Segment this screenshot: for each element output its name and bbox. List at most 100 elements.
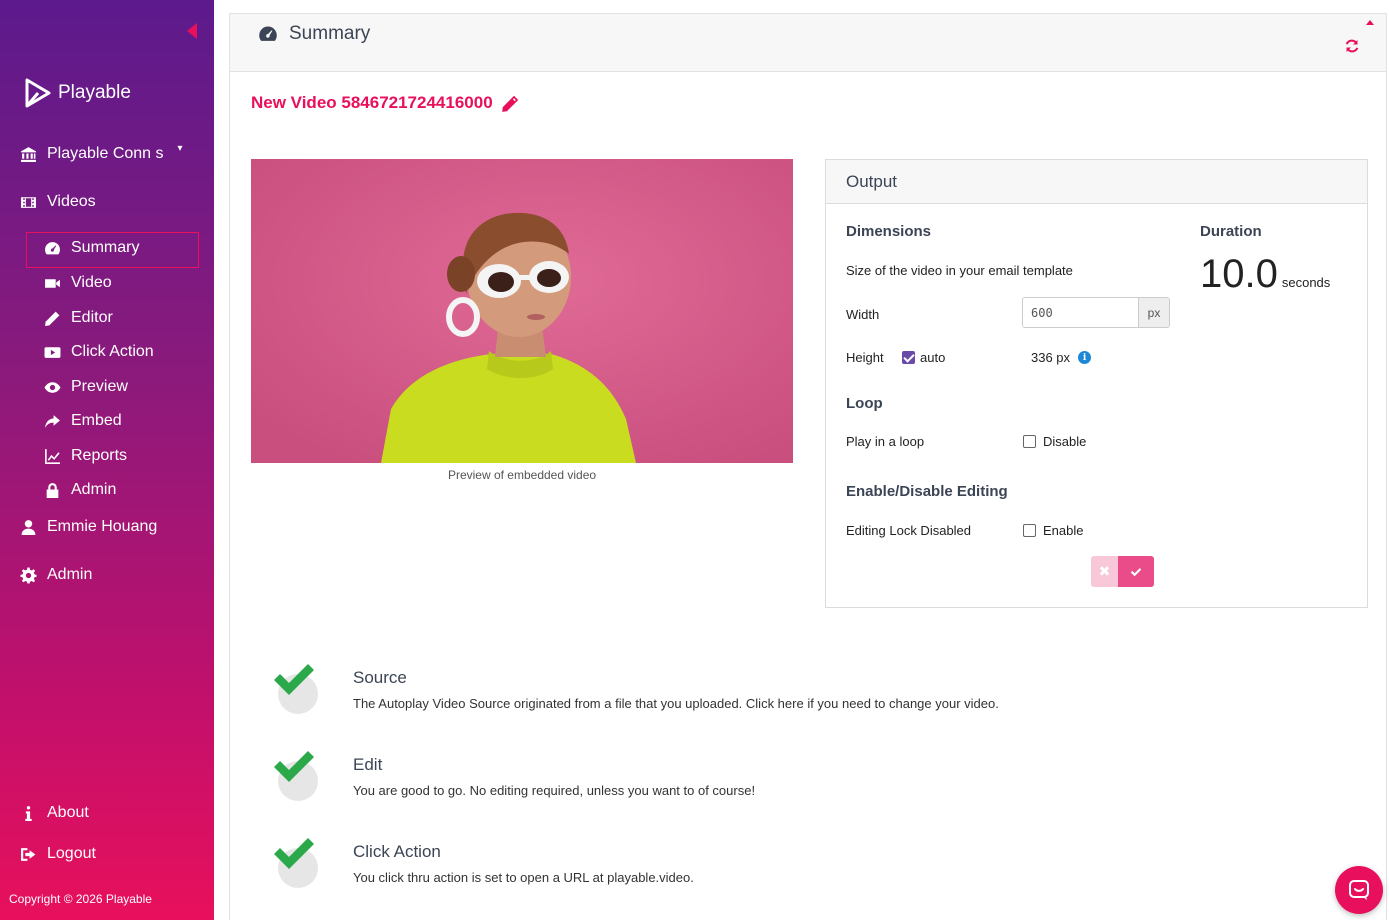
video-title[interactable]: New Video 5846721724416000 — [251, 93, 520, 113]
editing-heading: Enable/Disable Editing — [846, 483, 1008, 500]
sidebar-item-account[interactable]: Playable Conn s ▾ — [19, 142, 183, 163]
sign-out-icon — [19, 845, 37, 863]
sidebar-item-label: Summary — [71, 239, 140, 256]
duration-value: 10.0 — [1200, 252, 1278, 296]
info-icon — [19, 804, 37, 822]
eye-icon — [43, 378, 61, 396]
width-input-group: px — [1022, 297, 1170, 328]
height-auto-checkbox[interactable] — [902, 351, 915, 364]
sidebar-item-label: Preview — [71, 378, 128, 395]
editing-enable-toggle[interactable]: Enable — [1023, 523, 1083, 538]
dashboard-icon — [259, 26, 277, 41]
width-input[interactable] — [1023, 298, 1138, 327]
video-camera-icon — [43, 274, 61, 292]
status-title: Edit — [353, 755, 383, 774]
output-heading: Output — [826, 160, 1367, 204]
height-value-group: 336 px i — [1031, 350, 1092, 365]
gear-icon — [19, 566, 37, 584]
loop-disable-checkbox[interactable] — [1023, 435, 1036, 448]
sidebar-item-label: Logout — [47, 845, 96, 862]
user-icon — [19, 518, 37, 536]
sidebar-item-label: Admin — [47, 566, 93, 583]
copyright-text: Copyright © 2026 Playable — [9, 892, 152, 906]
checkmark-icon — [270, 749, 318, 801]
status-description: You are good to go. No editing required,… — [353, 783, 756, 798]
dimensions-description: Size of the video in your email template — [846, 263, 1073, 278]
status-title: Source — [353, 668, 407, 687]
sidebar-item-label: Emmie Houang — [47, 518, 158, 535]
checkmark-icon — [1130, 567, 1142, 576]
sidebar-item-admin[interactable]: Admin — [19, 566, 92, 584]
info-icon[interactable]: i — [1078, 351, 1092, 364]
sidebar-item-summary[interactable]: Summary — [43, 239, 139, 257]
panel-header: Summary — [230, 14, 1386, 72]
logo[interactable]: Playable — [24, 78, 131, 108]
play-button-icon — [43, 343, 61, 361]
sidebar-item-label: Videos — [47, 193, 96, 210]
bank-icon — [19, 145, 37, 163]
panel-title-text: Summary — [289, 23, 371, 44]
sidebar-item-label: Editor — [71, 309, 113, 326]
chevron-down-icon: ▾ — [177, 142, 183, 154]
checkmark-icon — [270, 662, 318, 714]
refresh-icon[interactable] — [1344, 38, 1360, 54]
sidebar-item-label: Embed — [71, 412, 122, 429]
loop-label: Play in a loop — [846, 434, 925, 449]
editing-enable-label: Enable — [1043, 523, 1084, 538]
duration-heading: Duration — [1200, 223, 1262, 240]
share-arrow-icon — [43, 412, 61, 430]
chat-icon — [1349, 880, 1369, 900]
sidebar-item-label: Admin — [71, 481, 117, 498]
close-icon: ✖ — [1098, 563, 1111, 579]
duration-unit: seconds — [1281, 275, 1331, 290]
logo-text: Playable — [58, 82, 131, 103]
preview-caption: Preview of embedded video — [447, 468, 597, 482]
collapse-panel-icon[interactable] — [1366, 20, 1374, 25]
playable-logo-icon — [25, 78, 51, 108]
collapse-sidebar-icon[interactable] — [187, 23, 197, 39]
sidebar-item-label: Reports — [71, 447, 128, 464]
height-auto-toggle[interactable]: auto — [902, 350, 945, 365]
loop-disable-label: Disable — [1043, 434, 1087, 449]
sidebar-item-editor[interactable]: Editor — [43, 309, 113, 327]
sidebar-item-embed[interactable]: Embed — [43, 412, 122, 430]
editing-enable-checkbox[interactable] — [1023, 524, 1036, 537]
sidebar-item-user[interactable]: Emmie Houang — [19, 518, 157, 536]
height-label: Height — [846, 350, 884, 365]
sidebar-item-admin-sub[interactable]: Admin — [43, 481, 116, 499]
sidebar-item-label: About — [47, 804, 89, 821]
sidebar-item-preview[interactable]: Preview — [43, 378, 128, 396]
pencil-icon — [43, 309, 61, 327]
dashboard-icon — [43, 239, 61, 257]
duration-display: 10.0 seconds — [1200, 252, 1330, 297]
confirm-button[interactable] — [1118, 556, 1154, 587]
loop-disable-toggle[interactable]: Disable — [1023, 434, 1086, 449]
video-preview[interactable] — [251, 159, 793, 463]
loop-heading: Loop — [846, 395, 883, 412]
height-value: 336 px — [1031, 350, 1071, 365]
sidebar-item-reports[interactable]: Reports — [43, 447, 127, 465]
output-card: Output Dimensions Size of the video in y… — [825, 159, 1368, 608]
height-auto-label: auto — [920, 350, 946, 365]
sidebar: Playable Playable Conn s ▾ Videos Summar… — [0, 0, 214, 920]
width-label: Width — [846, 307, 880, 322]
sidebar-item-video[interactable]: Video — [43, 274, 112, 292]
line-chart-icon — [43, 447, 61, 465]
status-description[interactable]: The Autoplay Video Source originated fro… — [353, 696, 999, 711]
film-icon — [19, 193, 37, 211]
sidebar-item-logout[interactable]: Logout — [19, 845, 96, 863]
summary-panel: Summary New Video 5846721724416000 Previ… — [229, 13, 1387, 920]
sidebar-item-label: Click Action — [71, 343, 154, 360]
chat-button[interactable] — [1335, 866, 1383, 914]
video-thumbnail-image — [251, 159, 793, 463]
sidebar-item-videos[interactable]: Videos — [19, 193, 96, 211]
lock-icon — [43, 481, 61, 499]
sidebar-item-label: Playable Conn s — [47, 145, 164, 162]
pencil-icon[interactable] — [501, 94, 520, 113]
editing-label: Editing Lock Disabled — [846, 523, 972, 538]
sidebar-item-about[interactable]: About — [19, 804, 89, 822]
cancel-button[interactable]: ✖ — [1091, 556, 1118, 587]
status-title: Click Action — [353, 842, 441, 861]
sidebar-item-click-action[interactable]: Click Action — [43, 343, 154, 361]
panel-title: Summary — [257, 23, 370, 45]
